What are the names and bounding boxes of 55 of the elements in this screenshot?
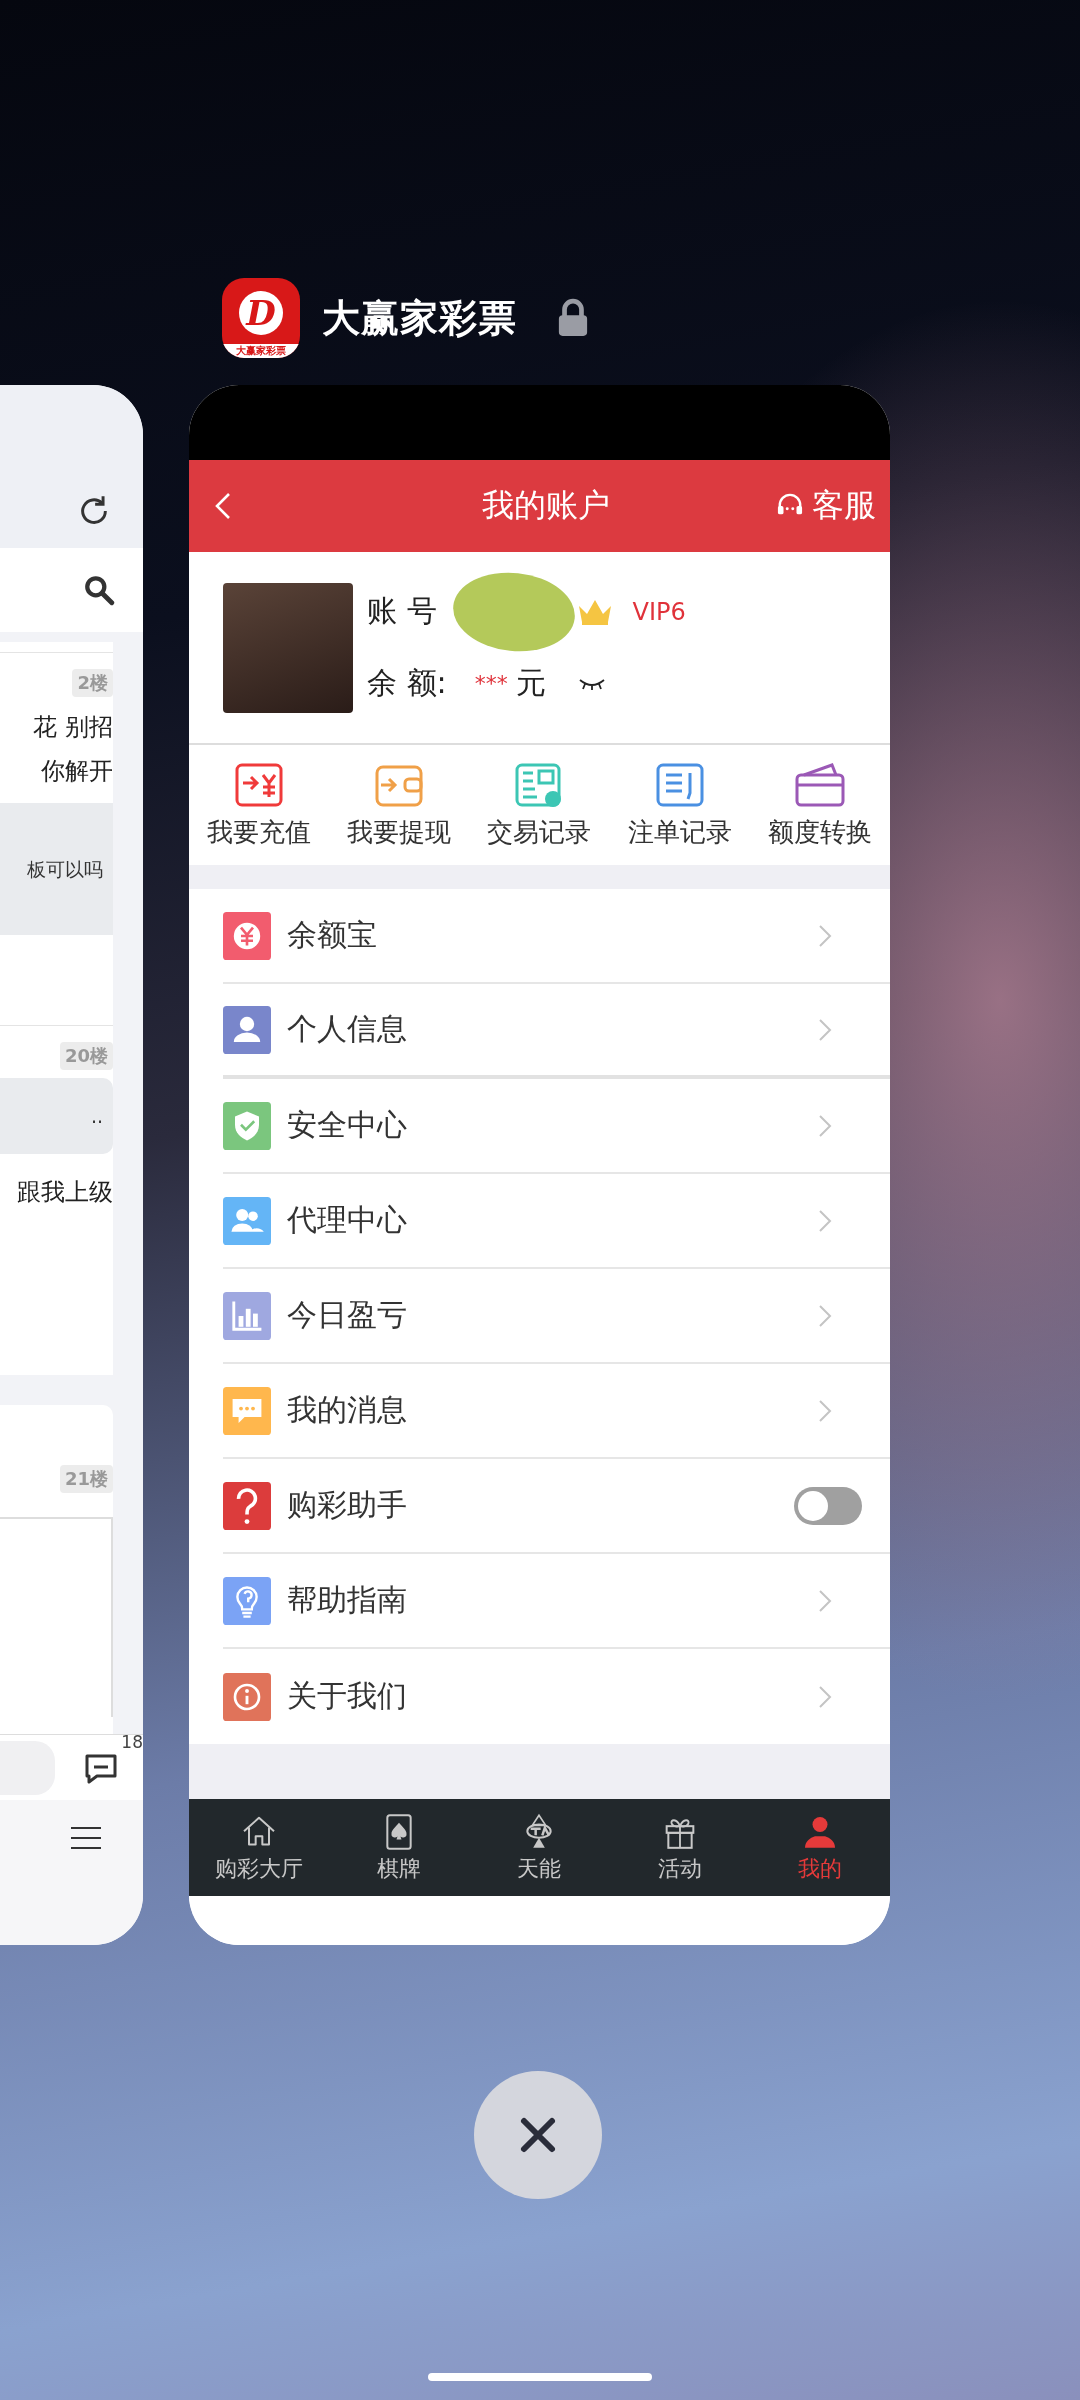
account-label: 账 号 [367, 592, 437, 630]
menu-item[interactable]: 今日盈亏 [223, 1269, 890, 1364]
menu-item[interactable]: 代理中心 [223, 1174, 890, 1269]
vip-level: VIP6 [632, 597, 686, 626]
nav-tab[interactable]: 购彩大厅 [204, 1811, 315, 1884]
chevron-icon [818, 1113, 832, 1138]
quoted-text: 板可以吗 [0, 802, 113, 935]
chevron-icon [818, 1208, 832, 1233]
app-title: 大赢家彩票 [322, 294, 517, 342]
nav-tab[interactable]: 棋牌 [344, 1811, 455, 1884]
floor-badge: 21楼 [59, 1464, 113, 1493]
post-text: 你解开 [41, 755, 113, 787]
quick-action-button[interactable]: 交易记录 [487, 760, 592, 850]
back-icon [215, 492, 231, 520]
comment-count: 18 [121, 1731, 143, 1752]
chevron-icon [818, 1017, 832, 1042]
post-text: 跟我上级 [17, 1176, 113, 1208]
chevron-icon [818, 1684, 832, 1709]
menu-item[interactable]: 安全中心 [223, 1079, 890, 1174]
toggle-switch[interactable] [794, 1486, 862, 1525]
quick-action-button[interactable]: 注单记录 [627, 760, 732, 850]
currency-label: 元 [515, 664, 546, 702]
nav-tab[interactable]: 我的 [764, 1811, 875, 1884]
quick-action-button[interactable]: 我要充值 [207, 760, 312, 850]
post-text: 花 别招 [33, 711, 113, 743]
closed-eye-icon [577, 676, 606, 691]
menu-item[interactable]: 个人信息 [223, 984, 890, 1079]
customer-service-button[interactable]: 客服 [776, 484, 876, 528]
close-icon [518, 2115, 558, 2155]
app-preview-card[interactable]: 我的账户 客服 账 号 VIP6 余 额: *** 元 我要充值 我要提现 交易记录 注单记录 额度转换 余额宝 个人信息 安全中心 代理中心 今日盈亏 我的消息 购彩助手 帮助指南 关于我们 购彩大厅 棋牌 天能 活动 我的 [189, 385, 890, 1945]
menu-item[interactable]: 我的消息 [223, 1364, 890, 1459]
chevron-icon [818, 1588, 832, 1613]
menu-item[interactable]: 购彩助手 [223, 1459, 890, 1554]
lock-icon [557, 298, 589, 338]
menu-icon [71, 1826, 101, 1851]
floor-badge: 2楼 [72, 668, 113, 697]
quick-action-button[interactable]: 额度转换 [767, 760, 872, 850]
app-icon: D 大赢家彩票 [222, 278, 300, 358]
chevron-icon [818, 1398, 832, 1423]
page-title: 我的账户 [481, 485, 610, 526]
nav-tab[interactable]: 活动 [624, 1811, 735, 1884]
menu-item[interactable]: 余额宝 [223, 889, 890, 984]
menu-item[interactable]: 关于我们 [223, 1649, 890, 1744]
menu-item[interactable]: 帮助指南 [223, 1554, 890, 1649]
app-preview-card[interactable]: 2楼 花 别招 你解开 板可以吗 20楼 .. 跟我上级 21楼 18 [0, 385, 143, 1945]
search-icon [83, 573, 115, 606]
chevron-icon [818, 1303, 832, 1328]
quick-action-button[interactable]: 我要提现 [347, 760, 452, 850]
hide-balance-button[interactable] [577, 676, 606, 691]
balance-value: *** [474, 671, 508, 696]
balance-label: 余 额: [367, 664, 447, 702]
quoted-text: .. [0, 1077, 113, 1154]
nav-tab[interactable]: 天能 [484, 1811, 595, 1884]
floor-badge: 20楼 [59, 1041, 113, 1070]
chevron-icon [818, 923, 832, 948]
